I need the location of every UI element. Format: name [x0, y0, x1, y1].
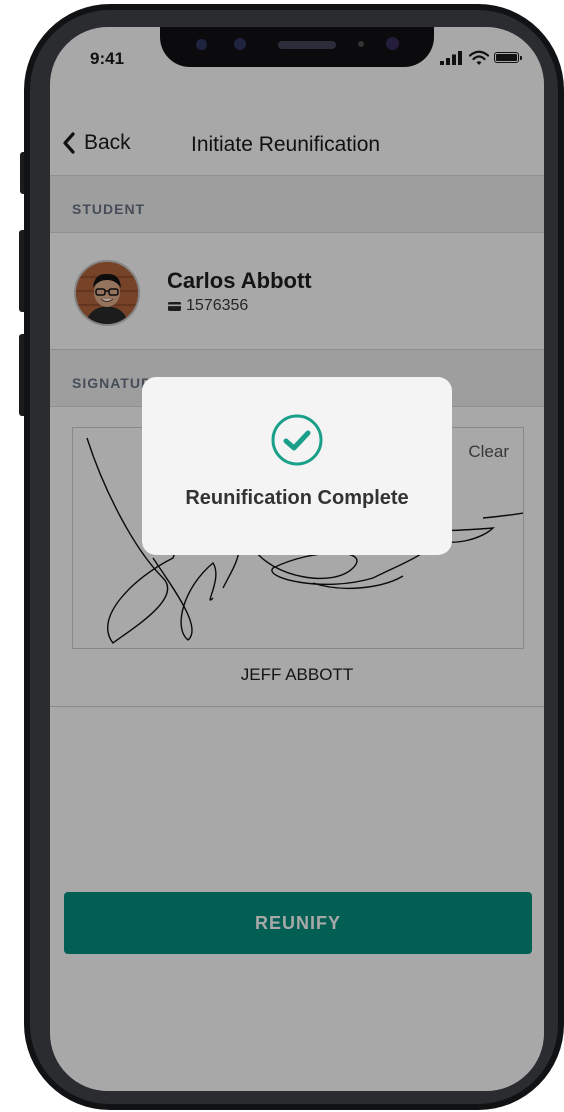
sensor	[234, 38, 246, 50]
modal-overlay	[50, 27, 544, 1091]
phone-screen: 9:41 Back Initiate Reunification STUDENT	[50, 27, 544, 1091]
front-camera	[196, 39, 207, 50]
face-id-camera	[386, 37, 399, 50]
proximity-sensor	[358, 41, 364, 47]
check-circle-icon	[271, 414, 323, 466]
success-toast: Reunification Complete	[142, 377, 452, 555]
earpiece-speaker	[278, 41, 336, 49]
toast-message: Reunification Complete	[185, 487, 409, 509]
notch	[160, 27, 434, 67]
